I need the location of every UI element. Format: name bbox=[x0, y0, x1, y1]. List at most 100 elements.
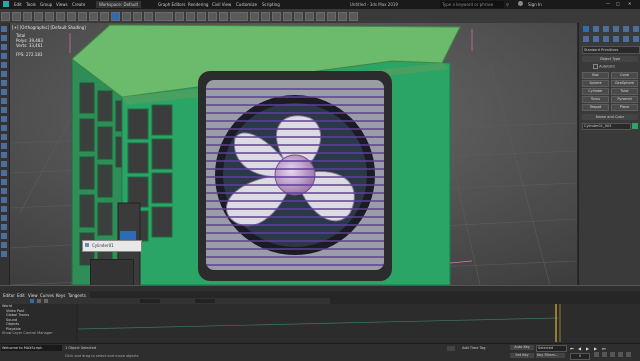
next-frame-icon[interactable]: ▶ bbox=[594, 346, 597, 351]
create-tab-icon[interactable] bbox=[583, 26, 589, 32]
mirror-icon[interactable] bbox=[250, 12, 259, 21]
autogrid-check-icon[interactable] bbox=[593, 64, 598, 69]
connect-tool-icon[interactable] bbox=[1, 170, 7, 176]
bind-icon[interactable] bbox=[45, 12, 54, 21]
utilities-tab-icon[interactable] bbox=[633, 26, 639, 32]
align-icon[interactable] bbox=[261, 12, 270, 21]
curve-graph[interactable] bbox=[78, 304, 640, 342]
autogrid-checkbox[interactable]: AutoGrid bbox=[593, 64, 615, 69]
helpers-icon[interactable] bbox=[623, 36, 629, 42]
goto-end-icon[interactable]: ⏭ bbox=[602, 346, 606, 351]
link-icon[interactable] bbox=[23, 12, 32, 21]
search-field[interactable]: Type a keyword or phrase bbox=[440, 1, 504, 8]
menu-group[interactable]: Group bbox=[40, 2, 52, 7]
modify-tool-icon[interactable] bbox=[1, 35, 7, 41]
viewport-perspective[interactable]: [+] [Orthographic] [Default Shading] Tot… bbox=[10, 23, 577, 285]
close-icon[interactable]: ✕ bbox=[628, 1, 631, 6]
set-key-button[interactable]: Set Key bbox=[510, 353, 534, 358]
select-icon[interactable] bbox=[67, 12, 76, 21]
redo-icon[interactable] bbox=[12, 12, 21, 21]
geometry-icon[interactable] bbox=[583, 36, 589, 42]
goto-start-icon[interactable]: ⏮ bbox=[570, 346, 574, 351]
slice-tool-icon[interactable] bbox=[1, 206, 7, 212]
render-frame-icon[interactable] bbox=[338, 12, 347, 21]
name-color-rollout-header[interactable]: Name and Color bbox=[582, 114, 638, 120]
orbit-icon[interactable] bbox=[610, 352, 615, 357]
element-tool-icon[interactable] bbox=[1, 116, 7, 122]
maximize-viewport-icon[interactable] bbox=[618, 352, 623, 357]
render-icon[interactable] bbox=[349, 12, 358, 21]
field-of-view-icon[interactable] bbox=[626, 352, 631, 357]
box-button[interactable]: Box bbox=[582, 72, 609, 79]
angle-snap-icon[interactable] bbox=[197, 12, 206, 21]
search-icon[interactable]: ⚲ bbox=[506, 2, 509, 7]
chamfer-tool-icon[interactable] bbox=[1, 179, 7, 185]
object-name-field[interactable]: Cylinder01_003 bbox=[582, 123, 631, 130]
ribbon-icon[interactable] bbox=[283, 12, 292, 21]
render-setup-icon[interactable] bbox=[327, 12, 336, 21]
object-type-rollout-header[interactable]: Object Type bbox=[582, 56, 638, 62]
hierarchy-tool-icon[interactable] bbox=[1, 44, 7, 50]
extrude-tool-icon[interactable] bbox=[1, 134, 7, 140]
maxscript-listener[interactable]: Welcome to MAXScript. bbox=[1, 345, 62, 351]
menu-scripting[interactable]: Scripting bbox=[262, 2, 280, 7]
plane-button[interactable]: Plane bbox=[611, 104, 638, 111]
percent-snap-icon[interactable] bbox=[208, 12, 217, 21]
user-icon[interactable] bbox=[518, 1, 523, 6]
grow-tool-icon[interactable] bbox=[1, 233, 7, 239]
workspace-dropdown[interactable]: Workspace: Default bbox=[96, 1, 142, 8]
layer-control-hint[interactable]: Show Layer Control Manager bbox=[0, 331, 76, 336]
torus-button[interactable]: Torus bbox=[582, 96, 609, 103]
minimize-icon[interactable]: — bbox=[606, 1, 610, 6]
menu-create[interactable]: Create bbox=[72, 2, 85, 7]
bevel-tool-icon[interactable] bbox=[1, 143, 7, 149]
selected-dropdown[interactable]: Selected bbox=[536, 345, 567, 352]
undo-icon[interactable] bbox=[1, 12, 10, 21]
menu-tools[interactable]: Tools bbox=[26, 2, 36, 7]
modify-tab-icon[interactable] bbox=[593, 26, 599, 32]
object-color-swatch[interactable] bbox=[632, 123, 638, 129]
menu-rendering[interactable]: Rendering bbox=[188, 2, 208, 7]
key-filters-button[interactable]: Key Filters... bbox=[536, 353, 565, 358]
pyramid-button[interactable]: Pyramid bbox=[611, 96, 638, 103]
sign-in-button[interactable]: Sign In bbox=[528, 2, 542, 7]
snap-icon[interactable] bbox=[186, 12, 195, 21]
spinner-panel[interactable] bbox=[90, 259, 134, 285]
scale-keys-icon[interactable] bbox=[44, 299, 48, 303]
reference-coord-icon[interactable] bbox=[155, 12, 173, 21]
track-bar[interactable] bbox=[0, 285, 640, 291]
place-icon[interactable] bbox=[144, 12, 153, 21]
object-popup[interactable]: Cylinder01 bbox=[82, 240, 142, 252]
bridge-tool-icon[interactable] bbox=[1, 161, 7, 167]
geosphere-button[interactable]: GeoSphere bbox=[611, 80, 638, 87]
display-tab-icon[interactable] bbox=[623, 26, 629, 32]
prev-frame-icon[interactable]: ◀ bbox=[578, 346, 581, 351]
region-icon[interactable] bbox=[89, 12, 98, 21]
pivot-icon[interactable] bbox=[175, 12, 184, 21]
display-tool-icon[interactable] bbox=[1, 62, 7, 68]
hierarchy-tab-icon[interactable] bbox=[603, 26, 609, 32]
cameras-icon[interactable] bbox=[613, 36, 619, 42]
edge-tool-icon[interactable] bbox=[1, 89, 7, 95]
lights-icon[interactable] bbox=[603, 36, 609, 42]
sphere-button[interactable]: Sphere bbox=[582, 80, 609, 87]
viewport-label[interactable]: [+] [Orthographic] [Default Shading] bbox=[12, 25, 86, 30]
loop-tool-icon[interactable] bbox=[1, 215, 7, 221]
spinner-snap-icon[interactable] bbox=[219, 12, 228, 21]
motion-tab-icon[interactable] bbox=[613, 26, 619, 32]
create-tool-icon[interactable] bbox=[1, 26, 7, 32]
named-selection-icon[interactable] bbox=[230, 12, 248, 21]
select-by-name-icon[interactable] bbox=[78, 12, 87, 21]
menu-graph-editors[interactable]: Graph Editors bbox=[158, 2, 185, 7]
schematic-icon[interactable] bbox=[305, 12, 314, 21]
move-keys-icon[interactable] bbox=[30, 299, 34, 303]
border-tool-icon[interactable] bbox=[1, 107, 7, 113]
shrink-tool-icon[interactable] bbox=[1, 242, 7, 248]
paint-tool-icon[interactable] bbox=[1, 251, 7, 257]
frame-field[interactable] bbox=[140, 299, 160, 303]
poly-tool-icon[interactable] bbox=[1, 80, 7, 86]
cone-button[interactable]: Cone bbox=[611, 72, 638, 79]
select-filter-icon[interactable] bbox=[56, 12, 65, 21]
tube-button[interactable]: Tube bbox=[611, 88, 638, 95]
teapot-button[interactable]: Teapot bbox=[582, 104, 609, 111]
